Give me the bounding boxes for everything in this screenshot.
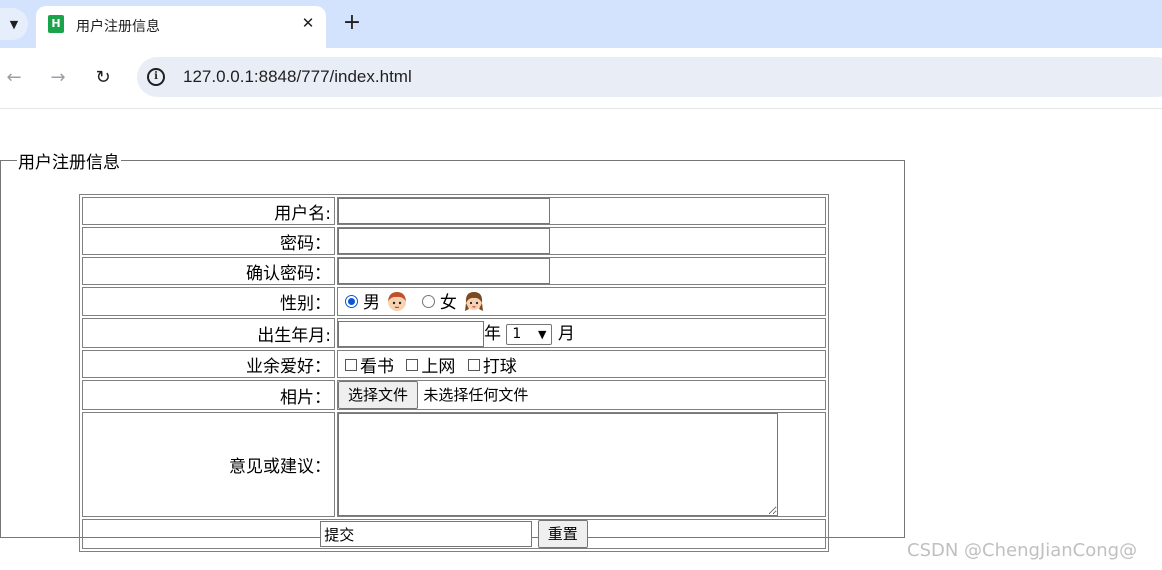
boy-face-icon [388, 292, 407, 311]
photo-row: 相片： 选择文件 未选择任何文件 [82, 380, 826, 410]
file-status-text: 未选择任何文件 [423, 386, 529, 404]
reload-icon[interactable]: ↻ [91, 66, 115, 90]
tab-strip: ▼ H 用户注册信息 ✕ + [0, 0, 1162, 48]
browser-tab[interactable]: H 用户注册信息 ✕ [36, 6, 326, 48]
chevron-down-icon: ▼ [9, 17, 19, 31]
submit-field[interactable] [320, 521, 533, 547]
tab-search-button[interactable]: ▼ [0, 8, 28, 40]
gender-label: 性别： [82, 287, 335, 316]
username-input[interactable] [338, 198, 550, 224]
csdn-watermark: CSDN @ChengJianCong@ [907, 540, 1138, 561]
gender-male-radio[interactable] [345, 294, 358, 308]
girl-face-icon [465, 292, 484, 311]
gender-male-label: 男 [363, 293, 380, 313]
actions-row: 重置 [82, 519, 826, 549]
tab-title: 用户注册信息 [76, 19, 160, 35]
browser-toolbar: ← → ↻ i 127.0.0.1:8848/777/index.html [0, 48, 1162, 109]
choose-file-button[interactable]: 选择文件 [338, 381, 419, 409]
month-select[interactable]: 1 ▼ [506, 323, 553, 345]
feedback-row: 意见或建议： [82, 412, 826, 517]
address-bar[interactable]: i 127.0.0.1:8848/777/index.html [137, 57, 1162, 97]
feedback-label: 意见或建议： [82, 412, 335, 517]
back-arrow-icon[interactable]: ← [2, 66, 26, 90]
hobby-ball-checkbox[interactable] [467, 358, 480, 371]
password-row: 密码： [82, 227, 826, 255]
close-icon[interactable]: ✕ [298, 13, 318, 33]
hbuilder-favicon-icon: H [48, 15, 64, 33]
registration-table: 用户名: 密码： 确认密码： 性别： 男 女 出生年月: 年 1 ▼ 月 业余爱… [79, 194, 829, 552]
hobby-internet-checkbox[interactable] [406, 358, 419, 371]
confirm-password-row: 确认密码： [82, 257, 826, 285]
hobby-reading-label: 看书 [360, 356, 394, 377]
confirm-password-input[interactable] [338, 258, 550, 284]
username-row: 用户名: [82, 197, 826, 225]
registration-fieldset: 用户注册信息 用户名: 密码： 确认密码： 性别： 男 女 出生年月: 年 1 … [0, 148, 905, 552]
hobby-ball-label: 打球 [482, 356, 517, 377]
feedback-textarea[interactable] [338, 413, 778, 516]
birth-year-input[interactable] [338, 321, 484, 347]
gender-female-radio[interactable] [421, 294, 435, 308]
photo-label: 相片： [82, 380, 335, 410]
form-legend: 用户注册信息 [18, 153, 120, 173]
reset-button[interactable]: 重置 [537, 520, 588, 548]
username-label: 用户名: [82, 197, 335, 225]
gender-female-label: 女 [439, 293, 457, 313]
chevron-down-icon: ▼ [537, 327, 547, 341]
gender-row: 性别： 男 女 [82, 287, 826, 316]
birth-label: 出生年月: [82, 318, 335, 348]
birth-row: 出生年月: 年 1 ▼ 月 [82, 318, 826, 348]
month-unit: 月 [557, 324, 575, 344]
site-info-icon[interactable]: i [147, 68, 165, 86]
year-unit: 年 [484, 324, 501, 344]
hobby-label: 业余爱好： [82, 350, 335, 378]
forward-arrow-icon[interactable]: → [46, 66, 70, 90]
month-selected-value: 1 [512, 325, 522, 342]
confirm-password-label: 确认密码： [82, 257, 335, 285]
url-text[interactable]: 127.0.0.1:8848/777/index.html [183, 67, 412, 87]
hobby-internet-label: 上网 [421, 356, 456, 377]
hobby-reading-checkbox[interactable] [345, 358, 357, 371]
password-input[interactable] [338, 228, 550, 254]
new-tab-button[interactable]: + [340, 11, 364, 35]
page-content: 用户注册信息 用户名: 密码： 确认密码： 性别： 男 女 出生年月: 年 1 … [0, 108, 1162, 570]
password-label: 密码： [82, 227, 335, 255]
hobby-row: 业余爱好： 看书 上网 打球 [82, 350, 826, 378]
